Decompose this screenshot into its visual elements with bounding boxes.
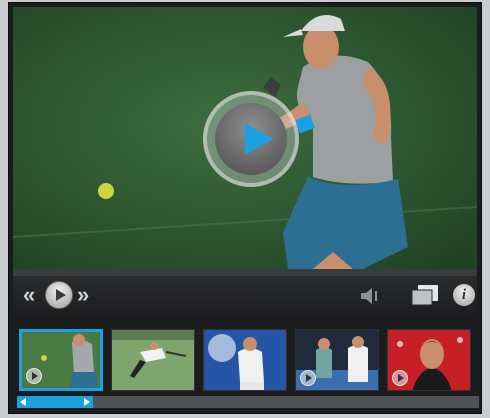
video-frame[interactable] [13,7,477,269]
thumbnail-strip [13,321,477,393]
volume-icon[interactable] [359,285,381,307]
play-icon [26,368,42,384]
scrollbar-thumb[interactable] [17,396,93,408]
scroll-left-icon[interactable] [20,398,26,406]
play-icon [300,370,316,386]
play-icon [56,289,66,301]
center-play-button[interactable] [203,91,299,187]
seek-bar[interactable] [13,269,477,276]
info-icon[interactable]: i [453,284,475,306]
fast-forward-icon[interactable]: » [77,282,89,308]
center-play-circle [215,103,287,175]
thumbnail-item[interactable] [295,329,379,391]
thumbnail-image [112,330,194,390]
rewind-icon[interactable]: « [23,282,35,308]
thumbnail-item[interactable] [19,329,103,391]
thumbnail-item[interactable] [203,329,287,391]
scroll-right-icon[interactable] [84,398,90,406]
play-icon [392,370,408,386]
thumbnail-scrollbar[interactable] [17,396,479,408]
control-bar: « » i [13,276,477,316]
play-icon [245,123,273,155]
video-player: « » i [8,2,482,414]
thumbnail-item[interactable] [111,329,195,391]
play-button[interactable] [45,281,73,309]
thumbnail-item[interactable] [387,329,471,391]
fullscreen-icon[interactable] [411,284,439,306]
thumbnail-image [204,330,286,390]
